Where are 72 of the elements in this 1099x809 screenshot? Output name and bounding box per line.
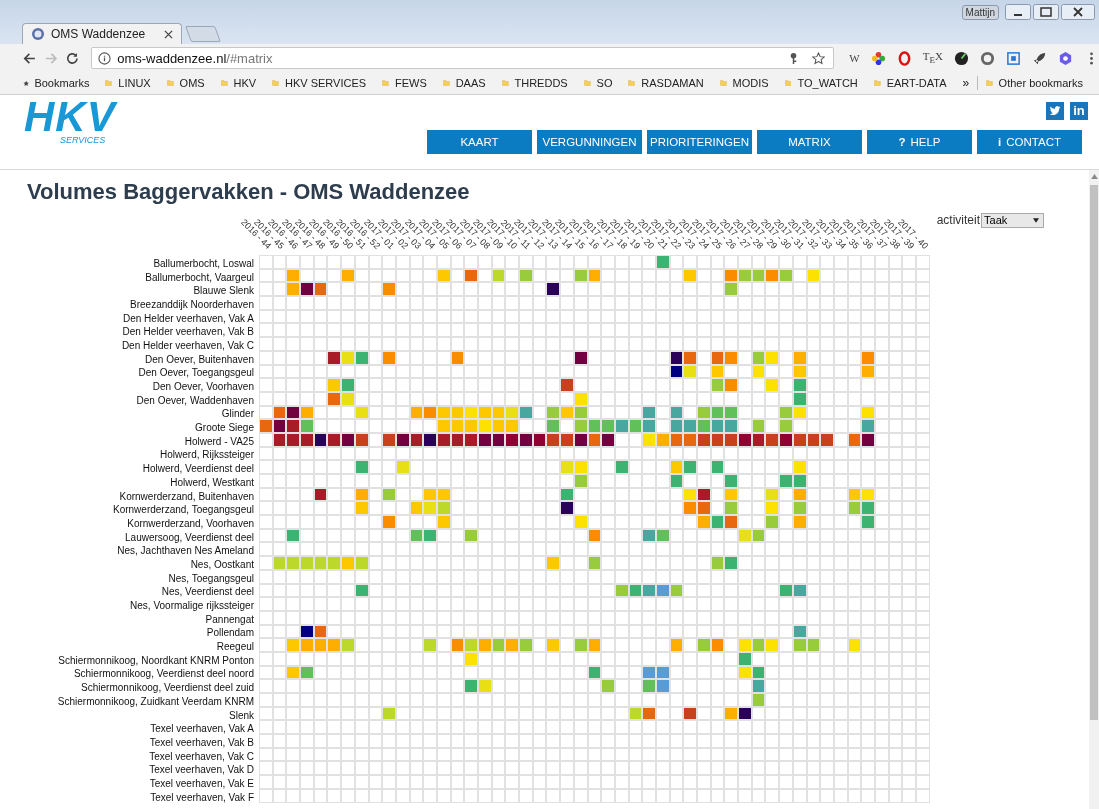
activity-dropdown[interactable]: Taak — [981, 212, 1045, 228]
row-label: Schiermonnikoog, Veerdienst deel zuid — [81, 682, 254, 694]
row-label: Slenk — [229, 709, 254, 721]
row-label: Schiermonnikoog, Zuidkant Veerdam KNRM — [57, 695, 254, 707]
bookmark-folder[interactable]: THREDDS — [514, 77, 568, 89]
nav-button[interactable]: i CONTACT — [977, 130, 1082, 154]
address-bar[interactable]: oms-waddenzee.nl/#matrix — [91, 47, 835, 69]
row-label: Kornwerderzand, Buitenhaven — [119, 490, 254, 502]
row-label: Nes, Toegangsgeul — [168, 572, 254, 584]
bookmark-folder[interactable]: TO_WATCH — [797, 77, 858, 89]
row-label: Lauwersoog, Veerdienst deel — [125, 531, 254, 543]
row-label: Texel veerhaven, Vak F — [150, 791, 254, 803]
row-label: Den Helder veerhaven, Vak C — [121, 339, 254, 351]
row-label: Ballumerbocht, Loswal — [153, 257, 254, 269]
row-label: Nes, Oostkant — [190, 558, 254, 570]
bookmark-folder[interactable]: RASDAMAN — [641, 77, 704, 89]
row-label: Den Oever, Voorhaven — [152, 381, 254, 393]
browser-tab[interactable]: OMS Waddenzee — [22, 23, 182, 44]
row-label: Texel veerhaven, Vak B — [149, 736, 254, 748]
bookmark-folder[interactable]: FEWS — [395, 77, 427, 89]
bookmark-folder[interactable]: EART-DATA — [886, 77, 947, 89]
linkedin-button[interactable]: in — [1070, 102, 1088, 120]
row-label: Den Helder veerhaven, Vak A — [123, 312, 254, 324]
row-label: Nes, Jachthaven Nes Ameland — [117, 545, 254, 557]
row-label: Holwerd, Veerdienst deel — [142, 463, 254, 475]
row-label: Schiermonnikoog, Noordkant KNRM Ponton — [58, 654, 254, 666]
row-label: Nes, Veerdienst deel — [161, 586, 254, 598]
page-title: Volumes Baggervakken - OMS Waddenzee — [27, 179, 471, 205]
bookmark-folder[interactable]: SO — [596, 77, 613, 89]
row-label: Breezanddijk Noorderhaven — [130, 298, 254, 310]
extension-button[interactable]: T$_{E}$X — [922, 50, 943, 66]
row-label: Den Oever, Toegangsgeul — [138, 367, 254, 379]
filter-label: activiteit — [936, 213, 981, 227]
row-label: Holwerd, Westkant — [170, 476, 254, 488]
bookmark-folder[interactable]: MODIS — [732, 77, 769, 89]
bookmark-folder[interactable]: LINUX — [118, 77, 151, 89]
row-label: Den Oever, Waddenhaven — [136, 394, 254, 406]
row-label: Nes, Voormalige rijkssteiger — [130, 600, 254, 612]
bookmark-folder[interactable]: HKV — [233, 77, 257, 89]
bookmark-folder[interactable]: Other bookmarks — [998, 77, 1083, 89]
row-label: Reegeul — [216, 641, 254, 653]
nav-button[interactable]: VERGUNNINGEN — [537, 130, 642, 154]
bookmarks-label[interactable]: Bookmarks — [34, 77, 90, 89]
bookmark-folder[interactable]: DAAS — [455, 77, 486, 89]
bookmark-folder[interactable]: OMS — [179, 77, 205, 89]
nav-button[interactable]: MATRIX — [757, 130, 862, 154]
bookmark-folder[interactable]: HKV SERVICES — [285, 77, 367, 89]
row-label: Glinder — [221, 408, 254, 420]
row-label: Holwerd - VA25 — [184, 435, 254, 447]
row-label: Texel veerhaven, Vak A — [150, 723, 254, 735]
row-label: Den Oever, Buitenhaven — [145, 353, 254, 365]
user-badge[interactable]: Mattijn — [961, 5, 999, 20]
row-label: Pollendam — [206, 627, 254, 639]
row-label: Kornwerderzand, Voorhaven — [127, 517, 254, 529]
extension-button[interactable]: W — [849, 52, 860, 64]
row-label: Kornwerderzand, Toegangsgeul — [112, 504, 254, 516]
row-label: Texel veerhaven, Vak D — [149, 764, 254, 776]
row-label: Holwerd, Rijkssteiger — [160, 449, 254, 461]
row-label: Texel veerhaven, Vak E — [149, 777, 254, 789]
row-label: Texel veerhaven, Vak C — [149, 750, 254, 762]
row-label: Ballumerbocht, Vaargeul — [145, 271, 254, 283]
row-label: Blauwe Slenk — [193, 285, 254, 297]
nav-button[interactable]: KAART — [427, 130, 532, 154]
nav-button[interactable]: ? HELP — [867, 130, 972, 154]
row-label: Schiermonnikoog, Veerdienst deel noord — [73, 668, 254, 680]
row-label: Pannengat — [205, 613, 254, 625]
nav-button[interactable]: PRIORITERINGEN — [647, 130, 752, 154]
row-label: Den Helder veerhaven, Vak B — [122, 326, 254, 338]
tab-title: OMS Waddenzee — [51, 27, 147, 41]
overflow-button[interactable]: » — [962, 76, 970, 90]
logo-tagline: SERVICES — [60, 135, 107, 145]
row-label: Groote Siege — [195, 422, 254, 434]
